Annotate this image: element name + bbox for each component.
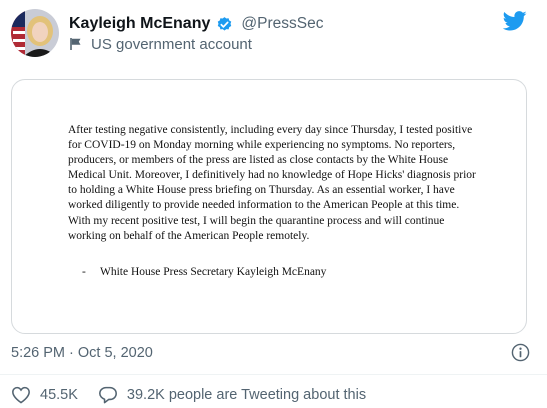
tweeting-about-link[interactable]: 39.2K people are Tweeting about this — [127, 387, 366, 403]
heart-icon[interactable] — [11, 386, 31, 404]
verified-badge-icon — [216, 16, 233, 33]
statement-image[interactable]: After testing negative consistently, inc… — [11, 79, 527, 334]
divider — [0, 374, 547, 375]
flag-icon — [69, 37, 83, 51]
author-handle[interactable]: @PressSec — [241, 15, 323, 33]
tweet-timestamp[interactable]: 5:26 PM · Oct 5, 2020 — [11, 345, 153, 361]
avatar[interactable] — [11, 9, 59, 57]
author-name[interactable]: Kayleigh McEnany — [69, 15, 210, 33]
tweet-actions: 45.5K 39.2K people are Tweeting about th… — [11, 383, 366, 407]
statement-body: After testing negative consistently, inc… — [68, 124, 476, 242]
speech-bubble-icon[interactable] — [98, 386, 118, 404]
signature-text: White House Press Secretary Kayleigh McE… — [100, 266, 327, 278]
info-icon[interactable] — [511, 343, 530, 362]
like-count[interactable]: 45.5K — [40, 387, 78, 403]
signature-dash: - — [82, 266, 86, 278]
twitter-bird-icon[interactable] — [502, 10, 527, 32]
account-label: US government account — [69, 34, 252, 54]
statement-signature: - White House Press Secretary Kayleigh Mc… — [82, 266, 326, 278]
account-label-text: US government account — [91, 35, 252, 53]
tweet-author: Kayleigh McEnany @PressSec — [69, 13, 323, 35]
